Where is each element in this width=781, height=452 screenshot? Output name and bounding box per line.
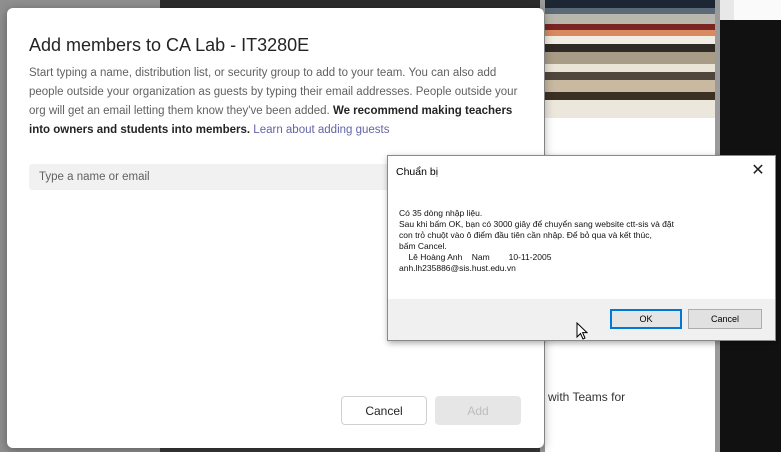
message-line: anh.lh235886@sis.hust.edu.vn: [399, 263, 516, 273]
message-line: Có 35 dòng nhập liệu.: [399, 208, 483, 218]
background-right-strip: [720, 0, 734, 20]
ok-button[interactable]: OK: [610, 309, 682, 329]
dialog-cancel-button[interactable]: Cancel: [341, 396, 427, 425]
dialog-description: Start typing a name, distribution list, …: [29, 64, 519, 140]
mouse-cursor-icon: [576, 322, 588, 340]
dialog-add-button[interactable]: Add: [435, 396, 521, 425]
background-right-light: [734, 0, 781, 20]
message-cancel-button[interactable]: Cancel: [688, 309, 762, 329]
close-icon[interactable]: ✕: [747, 160, 769, 182]
background-banner-image: [545, 0, 715, 118]
dialog-title: Add members to CA Lab - IT3280E: [29, 35, 310, 55]
message-box-body: Có 35 dòng nhập liệu. Sau khi bấm OK, bạ…: [399, 208, 764, 274]
message-line: Sau khi bấm OK, bạn có 3000 giây để chuy…: [399, 219, 674, 229]
message-line: bấm Cancel.: [399, 241, 447, 251]
learn-about-guests-link[interactable]: Learn about adding guests: [253, 124, 389, 136]
message-line: Lê Hoàng Anh Nam 10-11-2005: [399, 252, 552, 262]
member-search-input[interactable]: [29, 164, 409, 190]
prepare-message-box: Chuẩn bị ✕ Có 35 dòng nhập liệu. Sau khi…: [387, 155, 776, 341]
message-box-title: Chuẩn bị: [396, 166, 439, 178]
background-partial-text: with Teams for: [548, 390, 626, 404]
message-line: con trỏ chuột vào ô điểm đầu tiên cần nh…: [399, 230, 652, 240]
